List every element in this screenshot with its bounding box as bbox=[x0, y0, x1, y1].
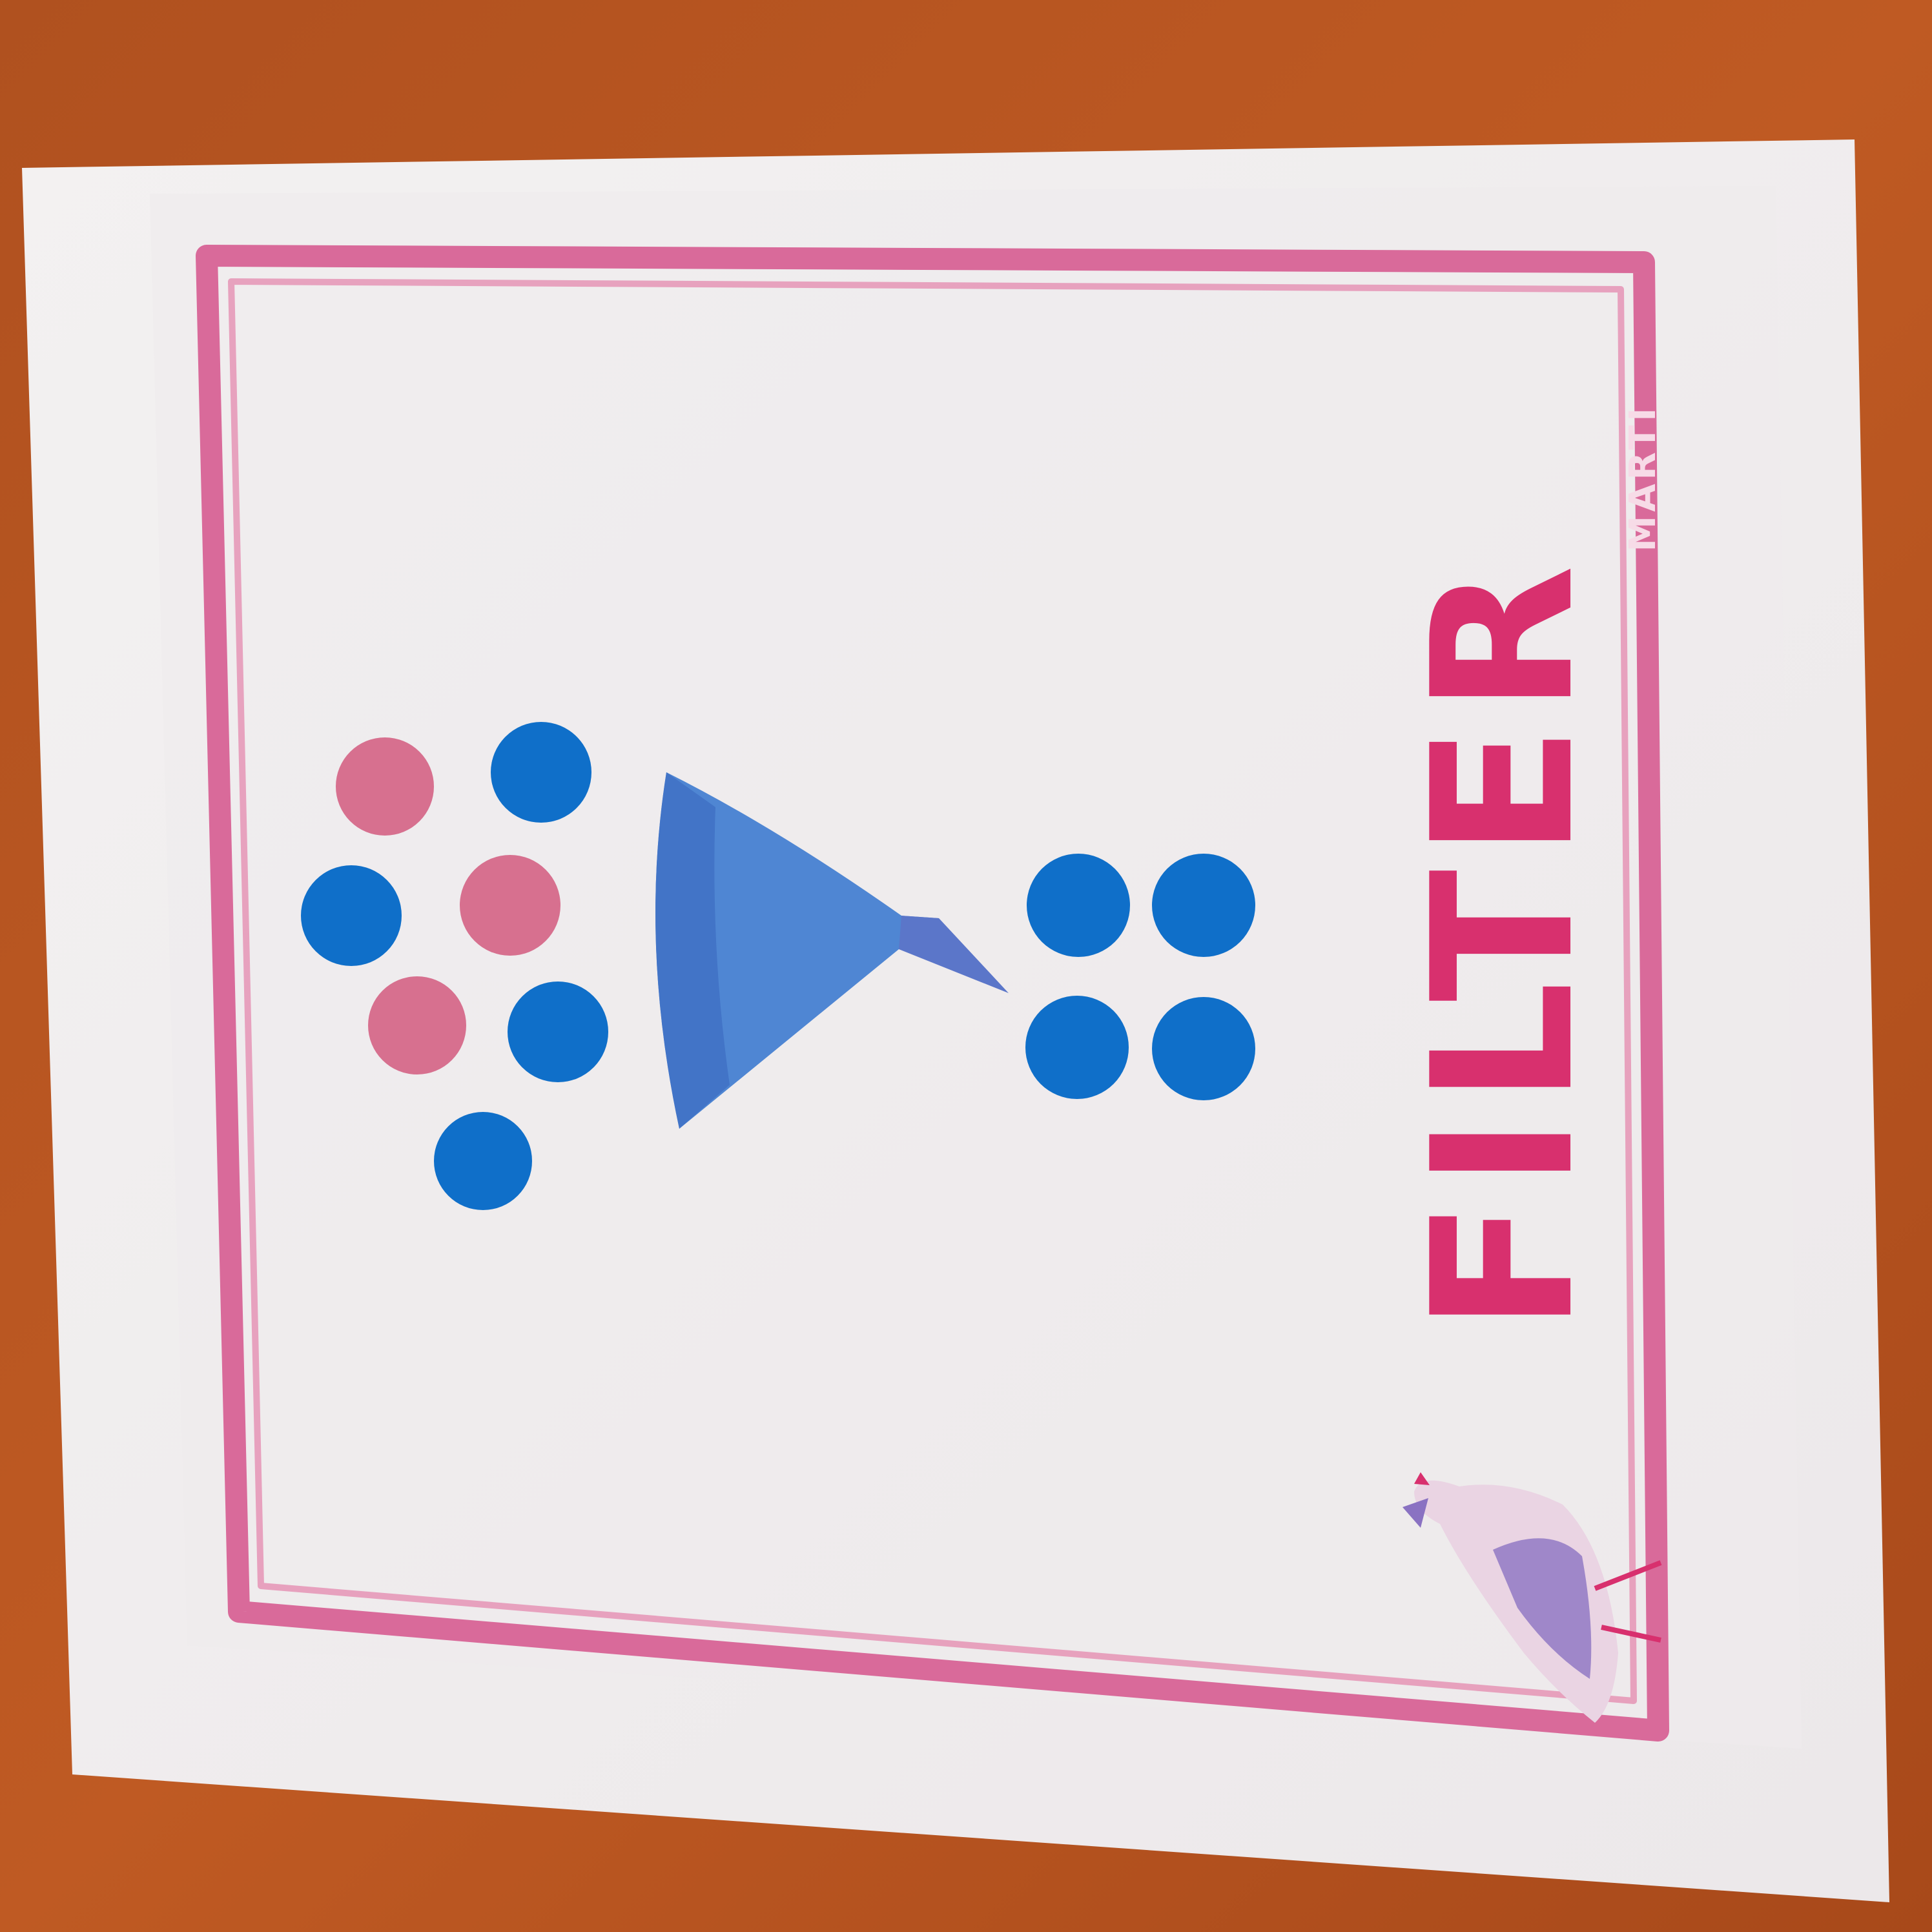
dot-blue bbox=[508, 981, 608, 1082]
dot-blue bbox=[1152, 997, 1255, 1100]
dot-pink bbox=[368, 976, 466, 1074]
dot-blue bbox=[301, 865, 402, 966]
dot-blue bbox=[1027, 854, 1130, 957]
dot-blue bbox=[1025, 996, 1129, 1099]
dot-blue bbox=[491, 722, 591, 823]
dot-pink bbox=[460, 855, 560, 956]
watermark-text: MARTI bbox=[1622, 404, 1664, 552]
dot-pink bbox=[336, 737, 434, 836]
dot-blue bbox=[434, 1112, 532, 1210]
dot-blue bbox=[1152, 854, 1255, 957]
photo-scene: FILTER MARTI bbox=[0, 0, 1932, 1932]
card-title: FILTER bbox=[1391, 553, 1616, 1333]
